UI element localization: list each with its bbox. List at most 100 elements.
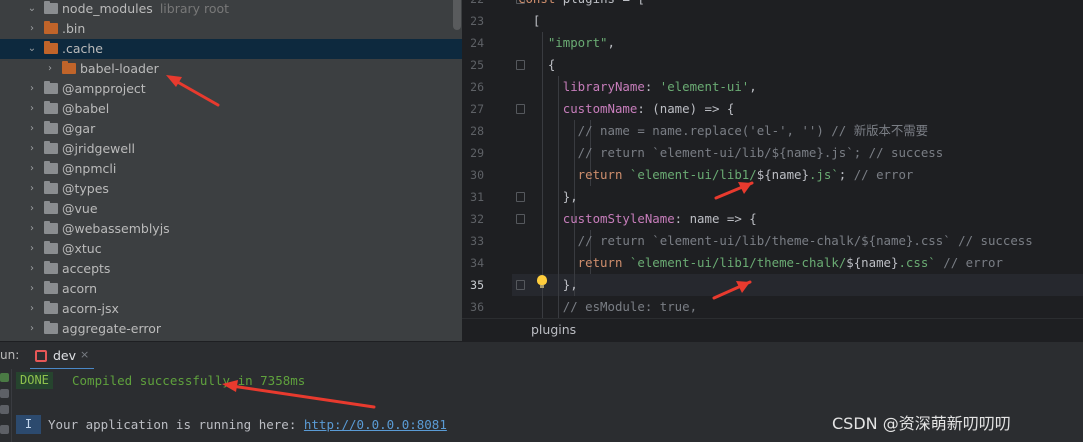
soft-wrap-icon[interactable] — [0, 425, 9, 434]
tree-item[interactable]: › @babel — [0, 99, 462, 119]
compiled-message: Compiled successfully in 7358ms — [72, 373, 306, 388]
chevron-right-icon[interactable]: › — [26, 20, 38, 38]
scroll-down-icon[interactable] — [0, 405, 9, 414]
chevron-right-icon[interactable]: › — [26, 320, 38, 338]
tree-item-label: @vue — [62, 201, 98, 217]
chevron-right-icon[interactable]: › — [26, 280, 38, 298]
tree-item[interactable]: › acorn-jsx — [0, 299, 462, 319]
code-line[interactable]: return `element-ui/lib1/${name}.js`; // … — [518, 164, 914, 186]
tree-item[interactable]: › @gar — [0, 119, 462, 139]
code-token: libraryName — [518, 79, 645, 94]
folder-icon — [44, 21, 58, 34]
code-line[interactable]: "import", — [518, 32, 615, 54]
chevron-right-icon[interactable]: › — [26, 240, 38, 258]
tree-item-label: acorn-jsx — [62, 301, 119, 317]
done-badge: DONE — [16, 372, 53, 389]
tree-item-label: @xtuc — [62, 241, 102, 257]
code-token: ${name} — [846, 255, 899, 270]
chevron-right-icon[interactable]: › — [26, 80, 38, 98]
breadcrumb-item-plugins[interactable]: plugins — [531, 322, 576, 337]
line-number: 32 — [470, 212, 484, 226]
folder-icon — [44, 221, 58, 234]
code-line[interactable]: customStyleName: name => { — [518, 208, 757, 230]
tree-item[interactable]: › babel-loader — [0, 59, 462, 79]
chevron-right-icon[interactable]: › — [26, 300, 38, 318]
code-line[interactable]: // return `element-ui/lib/theme-chalk/${… — [518, 230, 1033, 252]
code-line[interactable]: [ — [518, 10, 540, 32]
chevron-right-icon[interactable]: › — [26, 180, 38, 198]
code-token: // esModule: true, — [518, 299, 698, 314]
info-badge: I — [16, 415, 41, 434]
rerun-icon[interactable] — [0, 373, 9, 382]
tab-dev[interactable]: dev × — [30, 342, 94, 370]
chevron-right-icon[interactable]: › — [26, 160, 38, 178]
code-token: ; — [838, 167, 854, 182]
tree-item-label: @npmcli — [62, 161, 116, 177]
chevron-down-icon[interactable]: ⌄ — [26, 40, 38, 58]
code-line[interactable]: // return `element-ui/lib/${name}.js`; /… — [518, 142, 944, 164]
folder-icon — [44, 301, 58, 314]
tree-item[interactable]: ⌄ node_modules library root — [0, 0, 462, 19]
tree-item[interactable]: › @npmcli — [0, 159, 462, 179]
code-line[interactable]: }, — [518, 186, 578, 208]
code-line[interactable]: return `element-ui/lib1/theme-chalk/${na… — [518, 252, 1003, 274]
folder-icon — [44, 81, 58, 94]
tree-scrollbar[interactable] — [453, 0, 461, 30]
tree-item[interactable]: › aggregate-error — [0, 319, 462, 339]
tree-item[interactable]: › @jridgewell — [0, 139, 462, 159]
code-token: [ — [518, 13, 541, 28]
folder-icon — [44, 101, 58, 114]
chevron-right-icon[interactable]: › — [26, 260, 38, 278]
line-number: 33 — [470, 234, 484, 248]
tree-item-label: @ampproject — [62, 81, 146, 97]
code-token: // return `element-ui/lib/theme-chalk/${… — [518, 233, 1033, 248]
app-url-link[interactable]: http://0.0.0.0:8081 — [304, 417, 447, 432]
chevron-right-icon[interactable]: › — [26, 100, 38, 118]
tree-item-label: @jridgewell — [62, 141, 135, 157]
code-line[interactable]: { — [518, 54, 555, 76]
code-token: : name => { — [674, 211, 757, 226]
chevron-right-icon[interactable]: › — [26, 140, 38, 158]
tree-item[interactable]: › @webassemblyjs — [0, 219, 462, 239]
tree-item[interactable]: › @xtuc — [0, 239, 462, 259]
code-line[interactable]: libraryName: 'element-ui', — [518, 76, 757, 98]
code-token: }, — [518, 189, 578, 204]
chevron-right-icon[interactable]: › — [26, 200, 38, 218]
code-line[interactable]: // esModule: true, — [518, 296, 697, 318]
code-token: , — [749, 79, 757, 94]
tree-item[interactable]: ⌄ .cache — [0, 39, 462, 59]
code-token: return — [518, 255, 630, 270]
folder-icon — [62, 61, 76, 74]
tree-item[interactable]: › @vue — [0, 199, 462, 219]
code-editor[interactable]: 22 23 24 25 26 27 28 29 30 31 32 33 34 35 36 const plu… — [462, 0, 1083, 341]
code-token: // error — [943, 255, 1003, 270]
tree-item[interactable]: › .bin — [0, 19, 462, 39]
tree-item[interactable]: › accepts — [0, 259, 462, 279]
code-token: 'element-ui' — [659, 79, 750, 94]
tree-item-label: .bin — [62, 21, 85, 37]
close-icon[interactable]: × — [80, 348, 89, 361]
code-token: , — [607, 35, 615, 50]
tree-item-name: @babel — [62, 101, 110, 116]
code-line[interactable]: }, — [518, 274, 578, 296]
npm-run-icon — [35, 350, 47, 362]
tree-item[interactable]: › acorn — [0, 279, 462, 299]
chevron-right-icon[interactable]: › — [26, 220, 38, 238]
chevron-down-icon[interactable]: ⌄ — [26, 0, 38, 18]
scroll-up-icon[interactable] — [0, 389, 9, 398]
lightbulb-icon[interactable] — [537, 275, 547, 288]
tree-item[interactable]: › @types — [0, 179, 462, 199]
code-line[interactable]: customName: (name) => { — [518, 98, 735, 120]
code-token: }, — [518, 277, 578, 292]
code-token: plugins = [ — [563, 0, 645, 6]
tab-dev-label: dev — [53, 348, 77, 363]
chevron-right-icon[interactable]: › — [44, 60, 56, 78]
tree-item[interactable]: › @ampproject — [0, 79, 462, 99]
tree-item-label: babel-loader — [80, 61, 159, 77]
tree-item-name: @vue — [62, 201, 98, 216]
code-line[interactable]: // name = name.replace('el-', '') // 新版本… — [518, 120, 928, 142]
code-line[interactable]: const plugins = [ — [518, 0, 645, 10]
breadcrumb: plugins — [462, 318, 1083, 341]
code-area[interactable]: const plugins = [ [ "import", { libraryN… — [518, 0, 1083, 341]
chevron-right-icon[interactable]: › — [26, 120, 38, 138]
